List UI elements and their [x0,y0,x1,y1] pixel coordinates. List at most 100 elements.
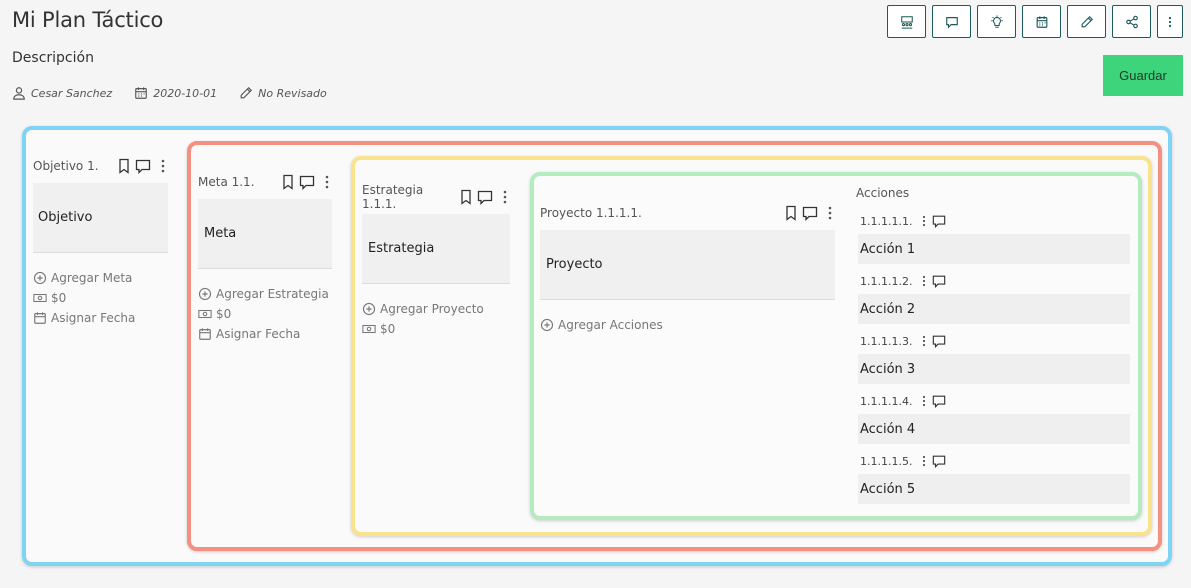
bookmark-icon[interactable] [280,174,296,190]
accion-number: 1.1.1.1.5. [860,454,913,468]
save-button[interactable]: Guardar [1103,55,1183,96]
acciones-title: Acciones [856,186,910,200]
comment-icon[interactable] [928,334,946,348]
team-button[interactable] [887,5,926,38]
share-icon [1125,15,1139,29]
add-proyecto-link[interactable]: Agregar Proyecto [362,301,510,317]
amount-row: $0 [362,321,510,337]
accion-item: 1.1.1.1.1. Acción 1 [858,213,1130,264]
author-name: Cesar Sanchez [31,86,113,100]
accion-item: 1.1.1.1.2. Acción 2 [858,273,1130,324]
comment-icon [945,15,959,29]
amount-row: $0 [33,290,168,306]
comment-icon[interactable] [802,205,818,221]
comment-icon[interactable] [928,454,946,468]
accion-number: 1.1.1.1.3. [860,334,913,348]
proyecto-header: Proyecto 1.1.1.1. [540,203,835,223]
pencil-icon [1080,15,1094,29]
more-vertical-icon[interactable] [318,174,332,190]
objetivo-label: Objetivo 1. [33,159,99,173]
calendar-icon [1035,15,1049,29]
more-vertical-icon [1163,15,1177,29]
team-icon [900,15,914,29]
plus-circle-icon [362,302,376,316]
calendar-button[interactable] [1022,5,1061,38]
assign-date-link[interactable]: Asignar Fecha [198,326,332,342]
accion-item: 1.1.1.1.3. Acción 3 [858,333,1130,384]
edit-button[interactable] [1067,5,1106,38]
estrategia-label: Estrategia 1.1.1. [362,183,424,211]
objetivo-column: Objetivo 1. Objetivo Agregar Meta $0 Asi… [33,156,168,326]
ideas-button[interactable] [977,5,1016,38]
meta-header: Meta 1.1. [198,172,332,192]
author-meta: Cesar Sanchez [12,86,112,100]
pencil-icon [239,86,253,100]
accion-card[interactable]: Acción 2 [858,294,1130,324]
meta-column: Meta 1.1. Meta Agregar Estrategia $0 Asi… [198,172,332,342]
user-icon [12,86,26,100]
comment-icon[interactable] [928,214,946,228]
page-title: Mi Plan Táctico [12,8,164,32]
comments-button[interactable] [932,5,971,38]
plan-description[interactable]: Descripción [12,50,94,66]
comment-icon[interactable] [928,274,946,288]
comment-icon[interactable] [928,394,946,408]
proyecto-card[interactable]: Proyecto [540,230,835,300]
more-vertical-icon[interactable] [912,395,928,407]
add-meta-link[interactable]: Agregar Meta [33,270,168,286]
plus-circle-icon [198,287,212,301]
toolbar [887,5,1183,38]
accion-card[interactable]: Acción 1 [858,234,1130,264]
money-icon [362,322,376,336]
share-button[interactable] [1112,5,1151,38]
money-icon [33,291,47,305]
money-icon [198,307,212,321]
calendar-icon [33,311,47,325]
more-vertical-icon[interactable] [912,215,928,227]
comment-icon[interactable] [299,174,315,190]
more-vertical-icon[interactable] [912,335,928,347]
estrategia-card[interactable]: Estrategia [362,214,510,284]
meta-label: Meta 1.1. [198,175,255,189]
add-estrategia-link[interactable]: Agregar Estrategia [198,286,332,302]
more-vertical-icon[interactable] [821,205,835,221]
calendar-icon [134,86,148,100]
plus-circle-icon [540,318,554,332]
accion-number: 1.1.1.1.1. [860,214,913,228]
meta-card[interactable]: Meta [198,199,332,269]
more-vertical-icon[interactable] [154,158,168,174]
accion-card[interactable]: Acción 4 [858,414,1130,444]
idea-icon [990,14,1004,29]
accion-card[interactable]: Acción 5 [858,474,1130,504]
more-vertical-icon[interactable] [496,189,510,205]
bookmark-icon[interactable] [458,189,474,205]
plan-meta: Cesar Sanchez 2020-10-01 No Revisado [12,86,327,100]
date-meta: 2020-10-01 [134,86,217,100]
proyecto-label: Proyecto 1.1.1.1. [540,206,642,220]
review-status: No Revisado [258,86,327,100]
proyecto-column: Proyecto 1.1.1.1. Proyecto Agregar Accio… [540,203,835,333]
estrategia-header: Estrategia 1.1.1. [362,183,510,211]
amount-row: $0 [198,306,332,322]
review-meta: No Revisado [239,86,327,100]
accion-number: 1.1.1.1.4. [860,394,913,408]
estrategia-column: Estrategia 1.1.1. Estrategia Agregar Pro… [362,183,510,337]
accion-item: 1.1.1.1.5. Acción 5 [858,453,1130,504]
plus-circle-icon [33,271,47,285]
bookmark-icon[interactable] [783,205,799,221]
accion-card[interactable]: Acción 3 [858,354,1130,384]
comment-icon[interactable] [477,189,493,205]
bookmark-icon[interactable] [116,158,132,174]
objetivo-header: Objetivo 1. [33,156,168,176]
objetivo-card[interactable]: Objetivo [33,183,168,253]
assign-date-link[interactable]: Asignar Fecha [33,310,168,326]
accion-item: 1.1.1.1.4. Acción 4 [858,393,1130,444]
add-acciones-link[interactable]: Agregar Acciones [540,317,835,333]
calendar-icon [198,327,212,341]
accion-number: 1.1.1.1.2. [860,274,913,288]
more-vertical-icon[interactable] [912,455,928,467]
plan-date: 2020-10-01 [153,86,218,100]
comment-icon[interactable] [135,158,151,174]
more-vertical-icon[interactable] [912,275,928,287]
more-button[interactable] [1157,5,1183,38]
